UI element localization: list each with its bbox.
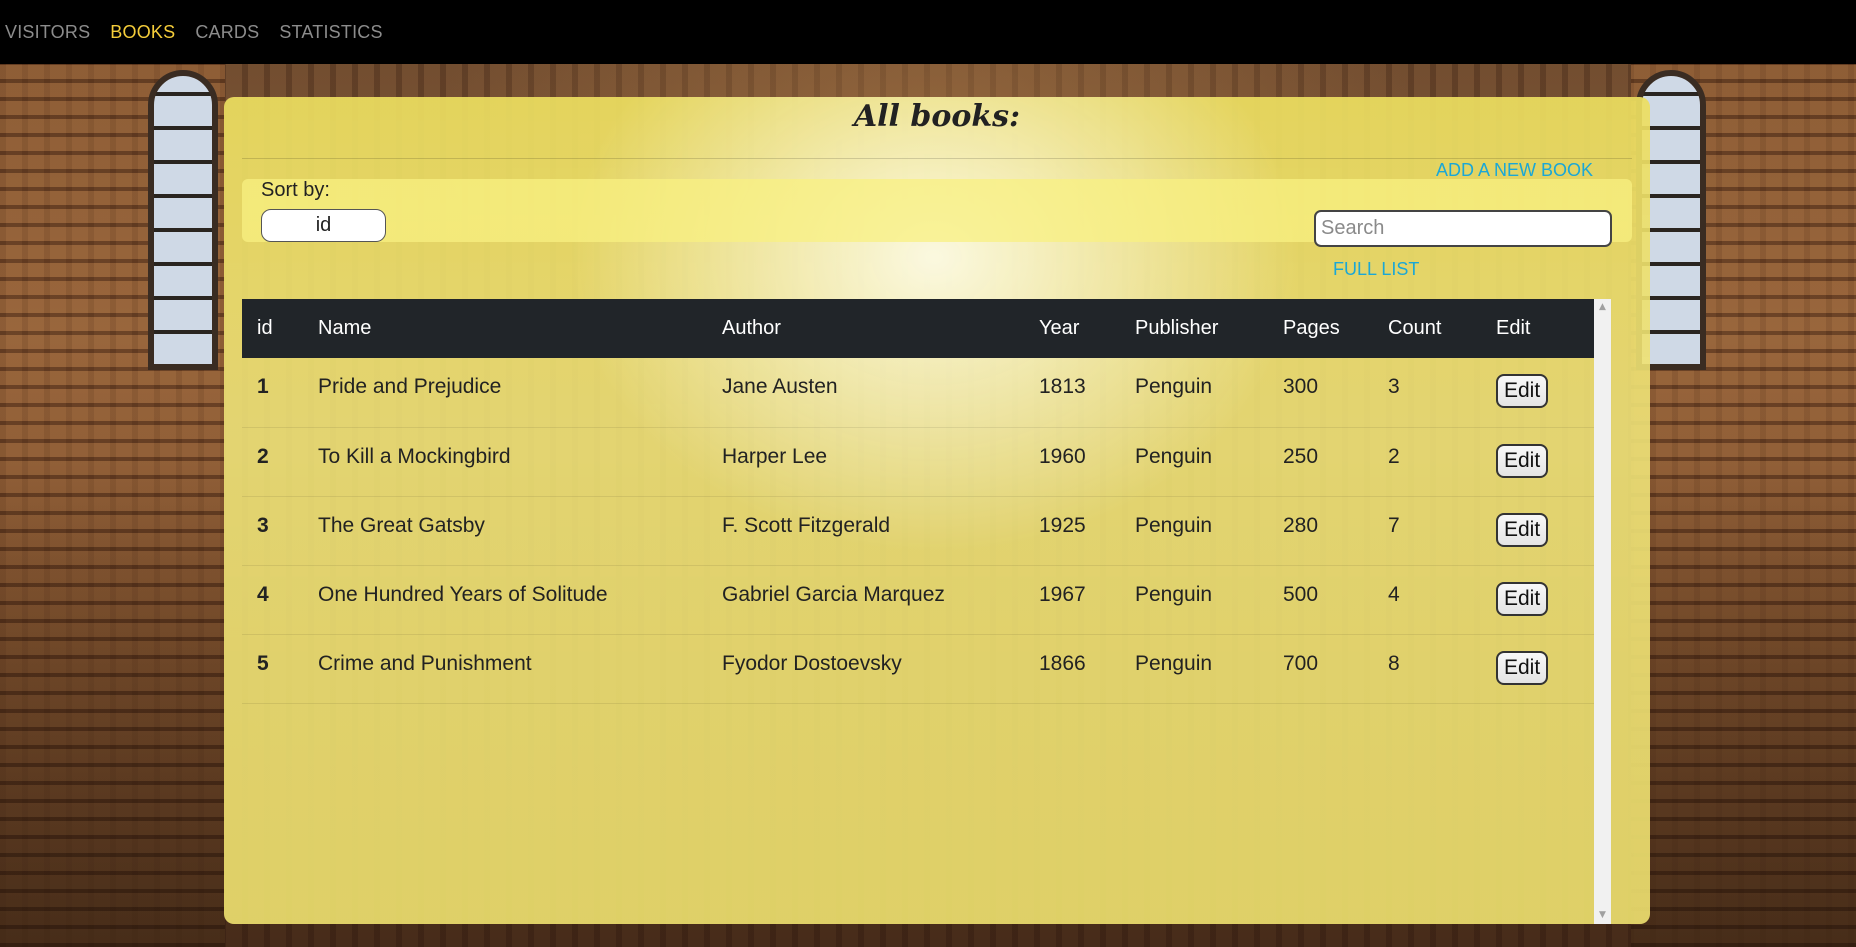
cell-year: 1967 (1039, 582, 1086, 606)
table-row: 2 To Kill a Mockingbird Harper Lee 1960 … (242, 427, 1594, 496)
cell-edit: Edit (1481, 565, 1594, 634)
cell-author: Jane Austen (722, 375, 838, 398)
cell-count: 8 (1388, 651, 1400, 675)
cell-edit: Edit (1481, 358, 1594, 427)
table-row: 3 The Great Gatsby F. Scott Fitzgerald 1… (242, 496, 1594, 565)
cell-edit: Edit (1481, 496, 1594, 565)
cell-id: 1 (257, 375, 269, 398)
column-header-year: Year (1039, 317, 1080, 339)
column-header-publisher: Publisher (1135, 317, 1219, 339)
edit-button[interactable]: Edit (1496, 443, 1549, 478)
nav-visitors[interactable]: VISITORS (5, 22, 90, 43)
scroll-down-arrow-icon[interactable]: ▼ (1594, 907, 1611, 924)
cell-name: To Kill a Mockingbird (318, 444, 511, 468)
column-header-edit: Edit (1496, 317, 1531, 339)
books-panel: All books: ADD A NEW BOOK Sort by: id FU… (224, 97, 1650, 924)
books-table-container: id Name Author Year Publisher Pages Coun… (242, 299, 1611, 924)
table-scrollbar[interactable]: ▲ ▼ (1594, 299, 1611, 924)
edit-button[interactable]: Edit (1496, 581, 1549, 616)
cell-year: 1813 (1039, 375, 1086, 398)
scroll-up-arrow-icon[interactable]: ▲ (1594, 299, 1611, 316)
cell-id: 5 (257, 651, 269, 675)
search-input[interactable] (1314, 210, 1612, 247)
cell-pages: 250 (1283, 444, 1319, 468)
edit-button[interactable]: Edit (1496, 374, 1549, 408)
cell-publisher: Penguin (1135, 651, 1213, 675)
cell-year: 1925 (1039, 513, 1086, 537)
cell-name: Crime and Punishment (318, 651, 532, 675)
cell-pages: 300 (1283, 375, 1319, 398)
column-header-author: Author (722, 317, 781, 339)
full-list-link[interactable]: FULL LIST (1333, 259, 1419, 280)
cell-publisher: Penguin (1135, 513, 1213, 537)
cell-year: 1960 (1039, 444, 1086, 468)
edit-button[interactable]: Edit (1496, 512, 1549, 547)
column-header-name: Name (318, 317, 372, 339)
sort-select[interactable]: id (261, 209, 386, 242)
cell-name: One Hundred Years of Solitude (318, 582, 608, 606)
cell-author: F. Scott Fitzgerald (722, 513, 891, 537)
cell-id: 3 (257, 513, 269, 537)
column-header-id: id (257, 317, 273, 339)
cell-pages: 500 (1283, 582, 1319, 606)
cell-edit: Edit (1481, 634, 1594, 703)
cell-author: Harper Lee (722, 444, 828, 468)
cell-count: 2 (1388, 444, 1400, 468)
cell-name: The Great Gatsby (318, 513, 485, 537)
add-book-link[interactable]: ADD A NEW BOOK (1436, 160, 1593, 181)
cell-edit: Edit (1481, 427, 1594, 496)
cell-count: 3 (1388, 375, 1400, 398)
cell-count: 4 (1388, 582, 1400, 606)
column-header-pages: Pages (1283, 317, 1340, 339)
cell-year: 1866 (1039, 651, 1086, 675)
cell-id: 4 (257, 582, 269, 606)
edit-button[interactable]: Edit (1496, 650, 1549, 685)
nav-books[interactable]: BOOKS (110, 22, 175, 43)
cell-author: Gabriel Garcia Marquez (722, 582, 945, 606)
page-title: All books: (853, 99, 1021, 134)
cell-author: Fyodor Dostoevsky (722, 651, 902, 675)
background-window-left (148, 70, 218, 370)
books-table: id Name Author Year Publisher Pages Coun… (242, 299, 1594, 704)
cell-name: Pride and Prejudice (318, 375, 502, 398)
cell-publisher: Penguin (1135, 444, 1213, 468)
title-divider (242, 158, 1632, 159)
table-row: 5 Crime and Punishment Fyodor Dostoevsky… (242, 634, 1594, 703)
cell-id: 2 (257, 444, 269, 468)
nav-statistics[interactable]: STATISTICS (279, 22, 382, 43)
top-navbar: VISITORS BOOKS CARDS STATISTICS (0, 0, 1856, 64)
table-header-row: id Name Author Year Publisher Pages Coun… (242, 299, 1594, 358)
sort-label: Sort by: (261, 179, 330, 201)
cell-publisher: Penguin (1135, 582, 1213, 606)
table-row: 1 Pride and Prejudice Jane Austen 1813 P… (242, 358, 1594, 427)
cell-pages: 280 (1283, 513, 1319, 537)
column-header-count: Count (1388, 317, 1442, 339)
nav-cards[interactable]: CARDS (195, 22, 259, 43)
table-row: 4 One Hundred Years of Solitude Gabriel … (242, 565, 1594, 634)
cell-publisher: Penguin (1135, 375, 1213, 398)
cell-pages: 700 (1283, 651, 1319, 675)
cell-count: 7 (1388, 513, 1400, 537)
toolbar: Sort by: id (242, 179, 1632, 247)
